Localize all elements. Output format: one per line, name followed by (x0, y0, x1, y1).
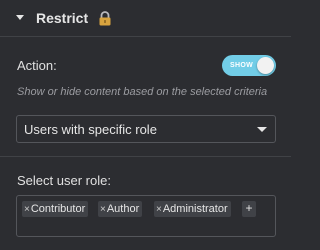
section-title: Restrict (36, 10, 89, 26)
role-tag-contributor: ×Contributor (22, 201, 89, 217)
role-tag-label: Administrator (162, 203, 228, 215)
remove-tag-icon[interactable]: × (100, 204, 106, 215)
toggle-state-text: SHOW (230, 62, 253, 69)
restrict-panel: Restrict Action: SHOW Show or hide conte… (0, 0, 291, 250)
add-role-button[interactable]: + (242, 201, 256, 217)
criteria-select[interactable]: Users with specific role (16, 115, 276, 143)
caret-down-icon[interactable] (16, 15, 24, 20)
remove-tag-icon[interactable]: × (24, 204, 30, 215)
action-description: Show or hide content based on the select… (17, 86, 268, 98)
section-header[interactable]: Restrict (0, 0, 291, 37)
criteria-select-value: Users with specific role (24, 122, 157, 137)
user-role-multiselect[interactable]: ×Contributor ×Author ×Administrator + (16, 195, 276, 237)
action-label: Action: (17, 58, 57, 73)
remove-tag-icon[interactable]: × (156, 204, 162, 215)
chevron-down-icon[interactable] (257, 127, 267, 132)
lock-icon (99, 11, 111, 26)
role-tag-administrator: ×Administrator (154, 201, 231, 217)
section-divider (0, 156, 291, 157)
show-hide-toggle[interactable]: SHOW (222, 55, 276, 76)
toggle-knob[interactable] (257, 57, 274, 74)
role-tag-label: Author (106, 203, 140, 215)
user-role-label: Select user role: (17, 173, 111, 188)
role-tag-label: Contributor (30, 203, 86, 215)
role-tag-author: ×Author (98, 201, 143, 217)
